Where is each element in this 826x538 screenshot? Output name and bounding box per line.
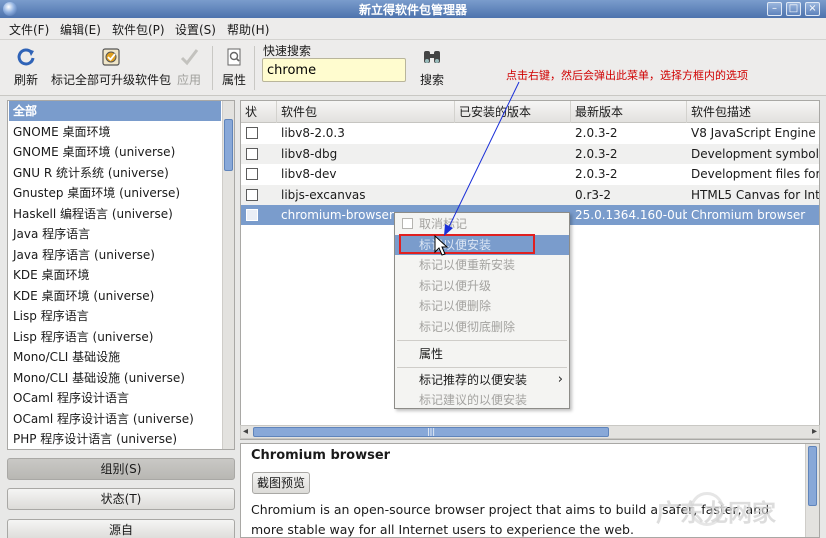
watermark-text: 广东龙网家 <box>656 499 776 527</box>
annotation-arrow <box>434 81 520 256</box>
